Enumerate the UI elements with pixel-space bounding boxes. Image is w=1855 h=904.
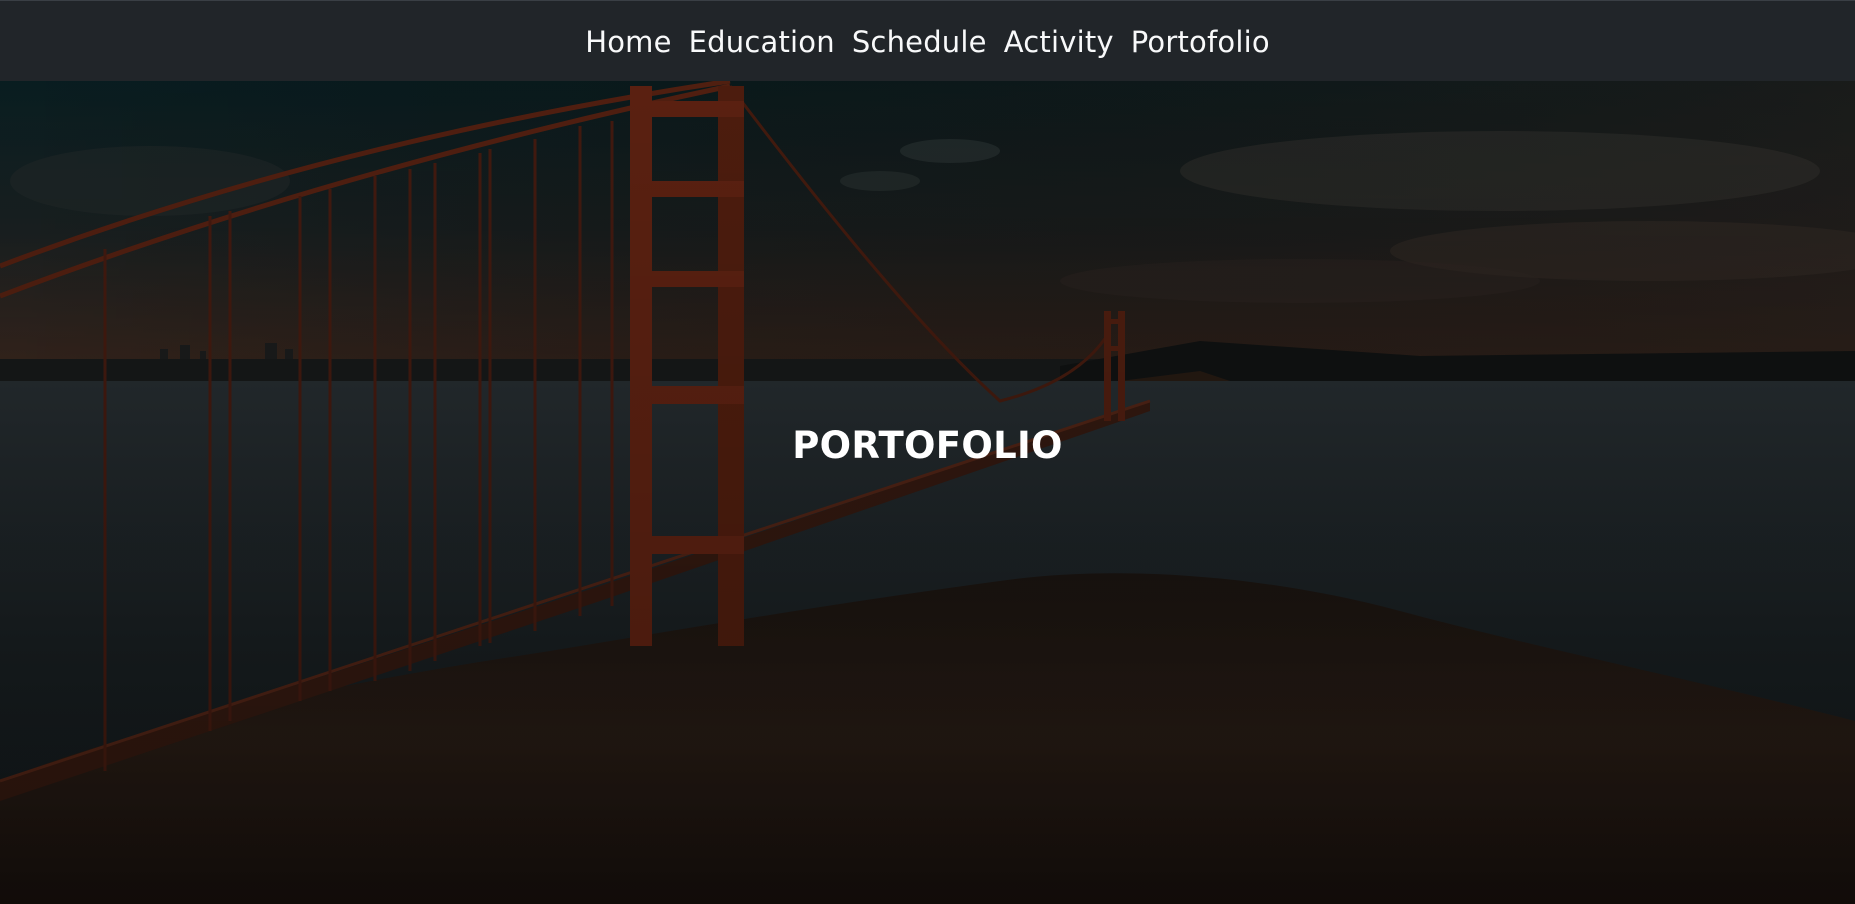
hero-section: PORTOFOLIO [0,81,1855,904]
navbar: Home Education Schedule Activity Portofo… [0,0,1855,81]
nav-link-portofolio[interactable]: Portofolio [1131,25,1270,59]
nav-link-education[interactable]: Education [689,25,835,59]
nav-link-home[interactable]: Home [585,25,671,59]
nav-menu: Home Education Schedule Activity Portofo… [585,25,1270,59]
hero-title: PORTOFOLIO [792,423,1063,467]
nav-link-activity[interactable]: Activity [1004,25,1114,59]
hero-background-image [0,81,1855,904]
nav-link-schedule[interactable]: Schedule [852,25,987,59]
